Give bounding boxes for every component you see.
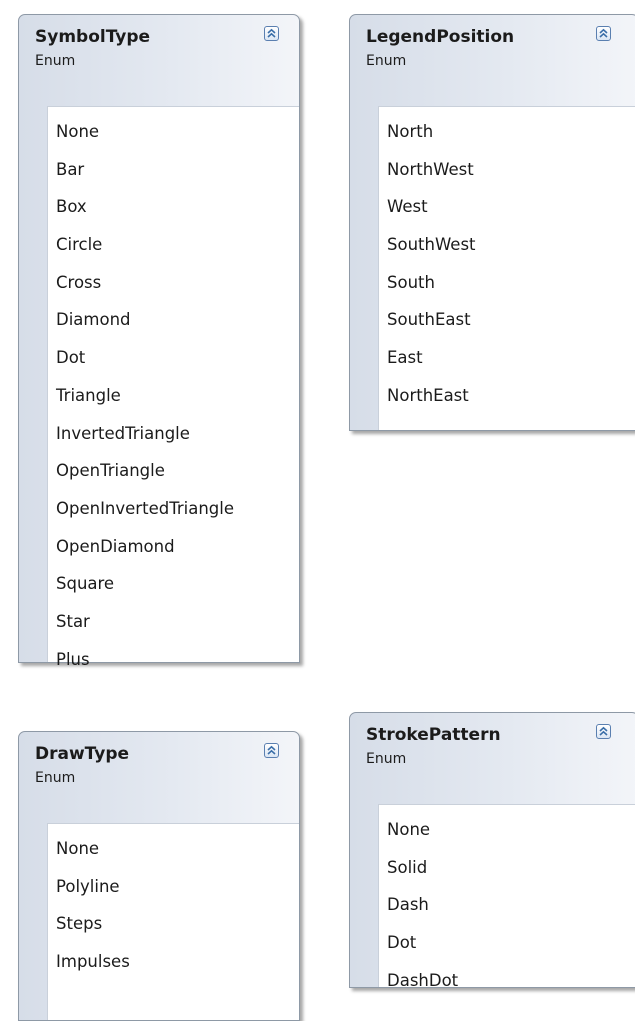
strokepattern-enum-box[interactable]: StrokePattern Enum None Solid Dash Dot D… xyxy=(349,712,635,990)
enum-value-list: None Solid Dash Dot DashDot xyxy=(379,805,635,999)
enum-values-panel: North NorthWest West SouthWest South Sou… xyxy=(378,106,635,430)
enum-value[interactable]: Cross xyxy=(56,264,299,302)
enum-title: DrawType xyxy=(35,744,130,764)
enum-values-panel: None Polyline Steps Impulses xyxy=(47,823,299,1020)
enum-value[interactable]: Star xyxy=(56,603,299,641)
enum-value[interactable]: Impulses xyxy=(56,943,299,981)
enum-value[interactable]: SouthEast xyxy=(387,301,635,339)
enum-value-list: North NorthWest West SouthWest South Sou… xyxy=(379,107,635,415)
enum-value[interactable]: Dot xyxy=(56,339,299,377)
enum-value[interactable]: Dash xyxy=(387,886,635,924)
enum-value[interactable]: East xyxy=(387,339,635,377)
enum-value[interactable]: OpenInvertedTriangle xyxy=(56,490,299,528)
double-chevron-up-icon xyxy=(599,726,608,736)
enum-title: LegendPosition xyxy=(366,27,515,47)
symboltype-enum-box[interactable]: SymbolType Enum None Bar Box Circle Cros… xyxy=(18,14,300,669)
enum-value[interactable]: Plus xyxy=(56,641,299,679)
collapse-button[interactable] xyxy=(264,743,279,758)
enum-kind-label: Enum xyxy=(35,770,76,786)
enum-value[interactable]: Solid xyxy=(387,849,635,887)
drawtype-enum-box[interactable]: DrawType Enum None Polyline Steps Impuls… xyxy=(18,731,300,1021)
enum-kind-label: Enum xyxy=(366,751,407,767)
enum-value[interactable]: None xyxy=(56,830,299,868)
enum-kind-label: Enum xyxy=(366,53,407,69)
enum-title: SymbolType xyxy=(35,27,151,47)
enum-value[interactable]: Polyline xyxy=(56,868,299,906)
enum-value-list: None Polyline Steps Impulses xyxy=(48,824,299,981)
enum-value[interactable]: None xyxy=(56,113,299,151)
enum-value[interactable]: None xyxy=(387,811,635,849)
enum-value[interactable]: OpenDiamond xyxy=(56,528,299,566)
collapse-button[interactable] xyxy=(596,724,611,739)
enum-value[interactable]: NorthEast xyxy=(387,377,635,415)
enum-kind-label: Enum xyxy=(35,53,76,69)
enum-value[interactable]: Box xyxy=(56,188,299,226)
enum-title: StrokePattern xyxy=(366,725,501,745)
enum-value[interactable]: Dot xyxy=(387,924,635,962)
enum-value[interactable]: South xyxy=(387,264,635,302)
enum-value[interactable]: Diamond xyxy=(56,301,299,339)
enum-value[interactable]: Square xyxy=(56,565,299,603)
enum-value[interactable]: InvertedTriangle xyxy=(56,415,299,453)
legendposition-enum-box[interactable]: LegendPosition Enum North NorthWest West… xyxy=(349,14,635,431)
collapse-button[interactable] xyxy=(264,26,279,41)
enum-value[interactable]: Triangle xyxy=(56,377,299,415)
enum-value[interactable]: North xyxy=(387,113,635,151)
enum-value[interactable]: Bar xyxy=(56,151,299,189)
enum-value[interactable]: SouthWest xyxy=(387,226,635,264)
double-chevron-up-icon xyxy=(599,28,608,38)
enum-value[interactable]: DashDot xyxy=(387,962,635,1000)
enum-value[interactable]: NorthWest xyxy=(387,151,635,189)
double-chevron-up-icon xyxy=(267,745,276,755)
enum-values-panel: None Bar Box Circle Cross Diamond Dot Tr… xyxy=(47,106,299,669)
double-chevron-up-icon xyxy=(267,28,276,38)
enum-value[interactable]: Steps xyxy=(56,905,299,943)
enum-value-list: None Bar Box Circle Cross Diamond Dot Tr… xyxy=(48,107,299,678)
enum-value[interactable]: West xyxy=(387,188,635,226)
enum-value[interactable]: OpenTriangle xyxy=(56,452,299,490)
enum-value[interactable]: Circle xyxy=(56,226,299,264)
collapse-button[interactable] xyxy=(596,26,611,41)
enum-values-panel: None Solid Dash Dot DashDot xyxy=(378,804,635,990)
